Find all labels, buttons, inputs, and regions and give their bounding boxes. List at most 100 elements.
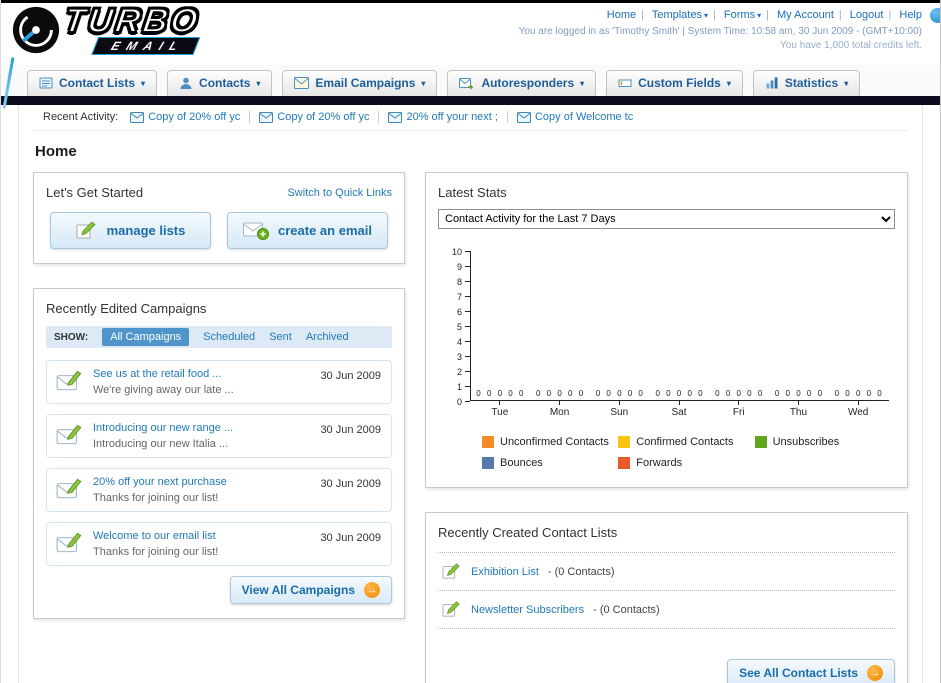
email-icon xyxy=(516,111,531,123)
legend-swatch-forwards xyxy=(618,457,631,469)
contact-list-link[interactable]: Newsletter Subscribers xyxy=(471,604,584,616)
campaign-row: 20% off your next purchase Thanks for jo… xyxy=(46,468,392,512)
chevron-down-icon: ▾ xyxy=(726,78,731,88)
tab-contacts[interactable]: Contacts ▾ xyxy=(167,70,273,96)
contacts-icon xyxy=(180,77,192,89)
tab-custom-fields[interactable]: Custom Fields ▾ xyxy=(606,70,743,96)
login-info: You are logged in as 'Timothy Smith' | S… xyxy=(518,26,922,37)
legend-swatch-unconfirmed xyxy=(482,436,494,448)
legend-item-bounces: Bounces xyxy=(482,457,618,469)
link-home[interactable]: Home xyxy=(607,9,636,21)
latest-stats-panel: Latest Stats Contact Activity for the La… xyxy=(425,172,908,488)
chevron-down-icon: ▾ xyxy=(757,11,762,20)
header: TURBO EMAIL Home | Templates ▾ | Forms ▾ | My… xyxy=(1,1,940,109)
autoresponders-icon xyxy=(459,77,474,89)
switch-quick-links-link[interactable]: Switch to Quick Links xyxy=(287,187,392,199)
recent-activity-item[interactable]: Copy of Welcome tc xyxy=(516,111,633,123)
page: TURBO EMAIL Home | Templates ▾ | Forms ▾ | My… xyxy=(0,0,941,683)
campaign-link[interactable]: See us at the retail food ... xyxy=(93,368,305,380)
campaign-date: 30 Jun 2009 xyxy=(320,370,381,382)
campaign-link[interactable]: Welcome to our email list xyxy=(93,530,305,542)
link-forms[interactable]: Forms ▾ xyxy=(724,9,761,21)
email-icon xyxy=(259,111,274,123)
contact-list-row: Newsletter Subscribers - (0 Contacts) xyxy=(438,591,895,629)
nav-divider-bar xyxy=(1,96,940,105)
recent-contact-lists-panel: Recently Created Contact Lists Exhibitio… xyxy=(425,512,908,683)
filter-all-campaigns[interactable]: All Campaigns xyxy=(102,328,190,346)
legend-item-forwards: Forwards xyxy=(618,457,754,469)
contact-list-count: - (0 Contacts) xyxy=(593,603,660,616)
campaign-date: 30 Jun 2009 xyxy=(320,478,381,490)
chevron-down-icon: ▾ xyxy=(703,11,708,20)
campaign-date: 30 Jun 2009 xyxy=(320,532,381,544)
logo: TURBO EMAIL xyxy=(11,1,204,56)
link-templates[interactable]: Templates ▾ xyxy=(652,9,708,21)
recent-activity-item[interactable]: Copy of 20% off yc xyxy=(259,111,369,123)
tab-email-campaigns[interactable]: Email Campaigns ▾ xyxy=(282,70,438,96)
get-started-panel: Let's Get Started Switch to Quick Links … xyxy=(33,172,405,264)
legend-swatch-bounces xyxy=(482,457,494,469)
filter-scheduled[interactable]: Scheduled xyxy=(203,331,255,343)
contact-activity-chart: 10 9 8 7 6 5 4 3 2 1 0 0 0 0 0 00 0 0 0 00 0 0 0 0… xyxy=(446,247,889,407)
tab-contact-lists[interactable]: Contact Lists ▾ xyxy=(27,70,158,96)
campaign-edit-icon xyxy=(56,478,82,499)
campaign-edit-icon xyxy=(56,370,82,391)
contact-list-link[interactable]: Exhibition List xyxy=(471,566,539,578)
chart-y-axis: 10 9 8 7 6 5 4 3 2 1 0 xyxy=(446,247,470,407)
filter-sent[interactable]: Sent xyxy=(269,331,292,343)
tab-autoresponders[interactable]: Autoresponders ▾ xyxy=(447,70,597,96)
chevron-down-icon: ▾ xyxy=(256,78,261,88)
link-logout[interactable]: Logout xyxy=(850,9,884,21)
chevron-down-icon: ▾ xyxy=(421,78,426,88)
campaign-link[interactable]: 20% off your next purchase xyxy=(93,476,305,488)
logo-email-text: EMAIL xyxy=(91,37,201,56)
campaign-subtitle: Thanks for joining our list! xyxy=(93,492,219,504)
legend-swatch-unsubscribes xyxy=(754,436,767,448)
campaign-row: See us at the retail food ... We're givi… xyxy=(46,360,392,404)
campaign-row: Welcome to our email list Thanks for joi… xyxy=(46,522,392,566)
legend-swatch-confirmed xyxy=(618,436,631,448)
left-column: Let's Get Started Switch to Quick Links … xyxy=(33,172,405,643)
recent-campaigns-panel: Recently Edited Campaigns SHOW: All Camp… xyxy=(33,288,405,619)
recent-activity-label: Recent Activity: xyxy=(43,111,119,123)
contact-lists-icon xyxy=(39,77,53,89)
tab-statistics[interactable]: Statistics ▾ xyxy=(752,70,861,96)
pencil-icon xyxy=(442,563,460,579)
manage-lists-button[interactable]: manage lists xyxy=(50,212,211,249)
view-all-campaigns-button[interactable]: View All Campaigns → xyxy=(229,576,392,604)
latest-stats-title: Latest Stats xyxy=(438,185,507,200)
campaign-link[interactable]: Introducing our new range ... xyxy=(93,422,305,434)
recent-activity-bar: Recent Activity: Copy of 20% off yc Copy… xyxy=(33,105,908,131)
stats-period-select[interactable]: Contact Activity for the Last 7 Days xyxy=(438,209,895,229)
email-icon xyxy=(130,111,145,123)
campaign-date: 30 Jun 2009 xyxy=(320,424,381,436)
email-icon xyxy=(388,111,403,123)
campaign-filter-bar: SHOW: All Campaigns Scheduled Sent Archi… xyxy=(46,326,392,348)
filter-archived[interactable]: Archived xyxy=(306,331,349,343)
campaign-subtitle: We're giving away our late ... xyxy=(93,384,234,396)
recent-activity-item[interactable]: Copy of 20% off yc xyxy=(130,111,240,123)
get-started-title: Let's Get Started xyxy=(46,185,144,200)
logo-turbo-text: TURBO xyxy=(61,1,204,41)
see-all-contact-lists-button[interactable]: See All Contact Lists → xyxy=(727,659,895,683)
campaign-edit-icon xyxy=(56,532,82,553)
link-help[interactable]: Help xyxy=(899,9,922,21)
email-plus-icon xyxy=(243,222,270,240)
chevron-down-icon: ▾ xyxy=(844,78,849,88)
recent-activity-item[interactable]: 20% off your next ; xyxy=(388,111,498,123)
credits-info: You have 1,000 total credits left. xyxy=(780,40,922,51)
create-email-button[interactable]: create an email xyxy=(227,212,388,249)
arrow-right-icon: → xyxy=(364,582,380,598)
top-links: Home | Templates ▾ | Forms ▾ | My Account | Lo… xyxy=(606,9,922,21)
contact-list-row: Exhibition List - (0 Contacts) xyxy=(438,553,895,591)
chevron-down-icon: ▾ xyxy=(141,78,146,88)
recent-contact-lists-title: Recently Created Contact Lists xyxy=(438,525,618,540)
chart-x-labels: Tue Mon Sun Sat Fri Thu Wed xyxy=(470,401,888,418)
chevron-down-icon: ▾ xyxy=(580,78,585,88)
link-my-account[interactable]: My Account xyxy=(777,9,834,21)
content-frame: Recent Activity: Copy of 20% off yc Copy… xyxy=(18,105,923,683)
show-label: SHOW: xyxy=(54,331,89,343)
statistics-icon xyxy=(766,77,778,89)
help-bubble-icon xyxy=(930,8,940,23)
chart-groups: 0 0 0 0 00 0 0 0 00 0 0 0 00 0 0 0 00 0 … xyxy=(476,389,884,398)
